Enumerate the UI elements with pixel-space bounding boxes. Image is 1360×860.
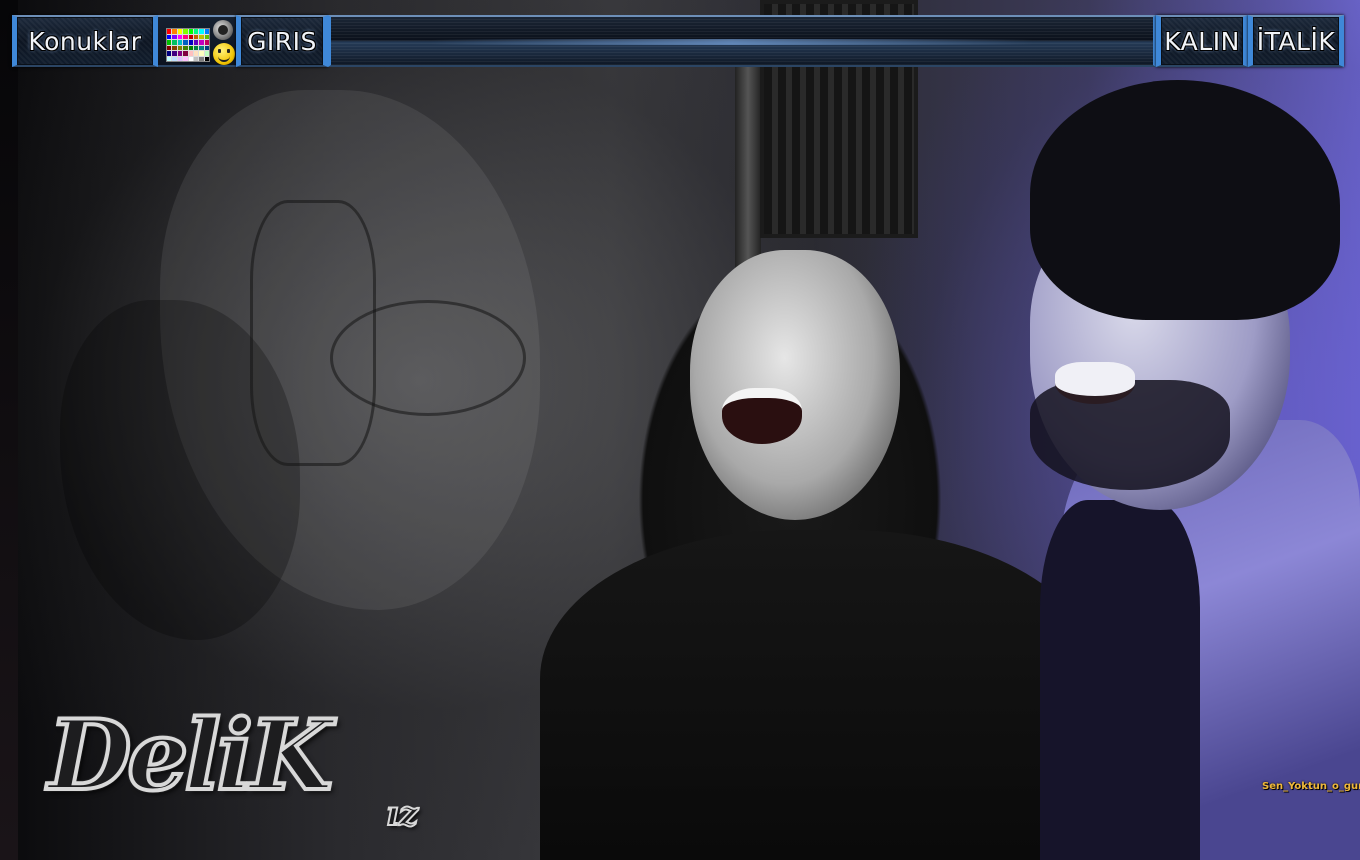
wall-graffiti — [250, 200, 376, 466]
palette-swatch[interactable] — [167, 56, 172, 61]
man-hair — [1030, 80, 1340, 320]
palette-swatch[interactable] — [167, 40, 172, 45]
palette-swatch[interactable] — [193, 51, 199, 56]
palette-swatch[interactable] — [193, 56, 199, 61]
toolbar-icon-group — [158, 15, 236, 67]
woman-face — [690, 250, 900, 520]
palette-swatch[interactable] — [188, 45, 193, 50]
palette-swatch[interactable] — [183, 29, 188, 34]
palette-swatch[interactable] — [188, 40, 193, 45]
palette-swatch[interactable] — [204, 34, 209, 39]
yellow-smiley-icon[interactable] — [213, 43, 235, 65]
palette-swatch[interactable] — [172, 29, 177, 34]
photo-watermark: Sen_Yoktun_o_gun — [1262, 781, 1360, 792]
palette-swatch[interactable] — [204, 40, 209, 45]
palette-swatch[interactable] — [177, 51, 183, 56]
palette-swatch[interactable] — [177, 45, 183, 50]
message-input-field[interactable] — [328, 15, 1156, 67]
palette-swatch[interactable] — [204, 56, 209, 61]
logo-suffix-text: ız — [385, 793, 419, 835]
palette-swatch[interactable] — [183, 51, 188, 56]
palette-swatch[interactable] — [177, 34, 183, 39]
palette-swatch[interactable] — [183, 40, 188, 45]
palette-swatch[interactable] — [204, 51, 209, 56]
palette-swatch[interactable] — [188, 51, 193, 56]
palette-swatch[interactable] — [199, 51, 204, 56]
gray-smiley-icon[interactable] — [213, 20, 233, 40]
palette-swatch[interactable] — [172, 45, 177, 50]
bold-button-label: KALIN — [1164, 26, 1240, 56]
palette-swatch[interactable] — [183, 34, 188, 39]
palette-swatch[interactable] — [172, 51, 177, 56]
palette-swatch[interactable] — [193, 29, 199, 34]
message-input[interactable] — [331, 17, 1153, 65]
palette-swatch[interactable] — [193, 40, 199, 45]
login-button[interactable]: GIRIS — [236, 15, 328, 67]
palette-swatch[interactable] — [188, 34, 193, 39]
chat-room-background: Konuklar GIRIS KALIN İTALİK DeliK ız Sen… — [0, 0, 1360, 860]
italic-button-label: İTALİK — [1256, 26, 1336, 56]
palette-swatch[interactable] — [177, 56, 183, 61]
palette-swatch[interactable] — [199, 56, 204, 61]
woman-laughing-mouth — [722, 388, 802, 444]
bold-button[interactable]: KALIN — [1156, 15, 1248, 67]
palette-swatch[interactable] — [199, 34, 204, 39]
palette-swatch[interactable] — [193, 34, 199, 39]
palette-swatch[interactable] — [167, 29, 172, 34]
italic-button[interactable]: İTALİK — [1248, 15, 1344, 67]
guests-button-label: Konuklar — [28, 26, 142, 56]
palette-swatch[interactable] — [193, 45, 199, 50]
palette-swatch[interactable] — [183, 45, 188, 50]
chat-toolbar: Konuklar GIRIS KALIN İTALİK — [12, 15, 1344, 67]
palette-swatch[interactable] — [172, 56, 177, 61]
palette-swatch[interactable] — [188, 29, 193, 34]
logo-main-text: DeliK — [46, 699, 335, 812]
palette-swatch[interactable] — [177, 40, 183, 45]
guests-button[interactable]: Konuklar — [12, 15, 158, 67]
color-palette-icon[interactable] — [166, 28, 210, 62]
palette-swatch[interactable] — [204, 45, 209, 50]
palette-swatch[interactable] — [199, 45, 204, 50]
login-button-label: GIRIS — [247, 26, 317, 56]
room-logo: DeliK ız — [46, 699, 458, 848]
palette-swatch[interactable] — [167, 34, 172, 39]
palette-swatch[interactable] — [167, 45, 172, 50]
man-beard — [1030, 380, 1230, 490]
palette-swatch[interactable] — [172, 34, 177, 39]
palette-swatch[interactable] — [204, 29, 209, 34]
palette-swatch[interactable] — [199, 29, 204, 34]
man-smiling-mouth — [1055, 362, 1135, 404]
palette-swatch[interactable] — [177, 29, 183, 34]
palette-swatch[interactable] — [172, 40, 177, 45]
palette-swatch[interactable] — [199, 40, 204, 45]
palette-swatch[interactable] — [188, 56, 193, 61]
palette-swatch[interactable] — [183, 56, 188, 61]
woman-jacket — [540, 530, 1100, 860]
palette-swatch[interactable] — [167, 51, 172, 56]
man-shirt — [1040, 500, 1200, 860]
